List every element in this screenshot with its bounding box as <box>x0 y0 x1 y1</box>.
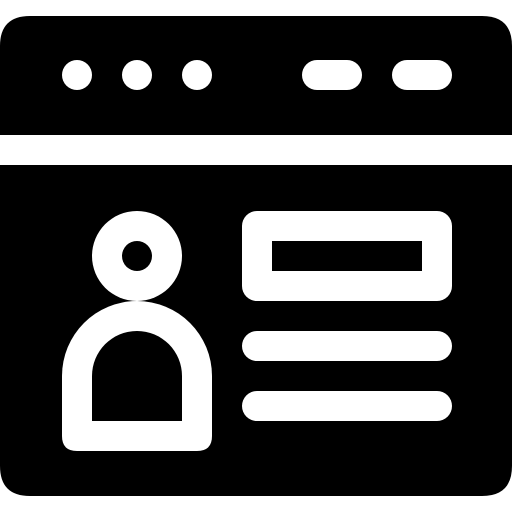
text-line-1 <box>242 331 452 361</box>
title-pill-2 <box>392 60 452 90</box>
browser-profile-icon <box>0 0 512 512</box>
name-box-inner <box>272 241 422 271</box>
title-pill-1 <box>302 60 362 90</box>
avatar-head-hole <box>122 241 152 271</box>
text-line-2 <box>242 391 452 421</box>
window-dot-2 <box>122 60 152 90</box>
window-dot-3 <box>182 60 212 90</box>
window-dot-1 <box>62 60 92 90</box>
avatar-body-inner <box>92 331 182 421</box>
browser-profile-svg <box>0 16 512 496</box>
